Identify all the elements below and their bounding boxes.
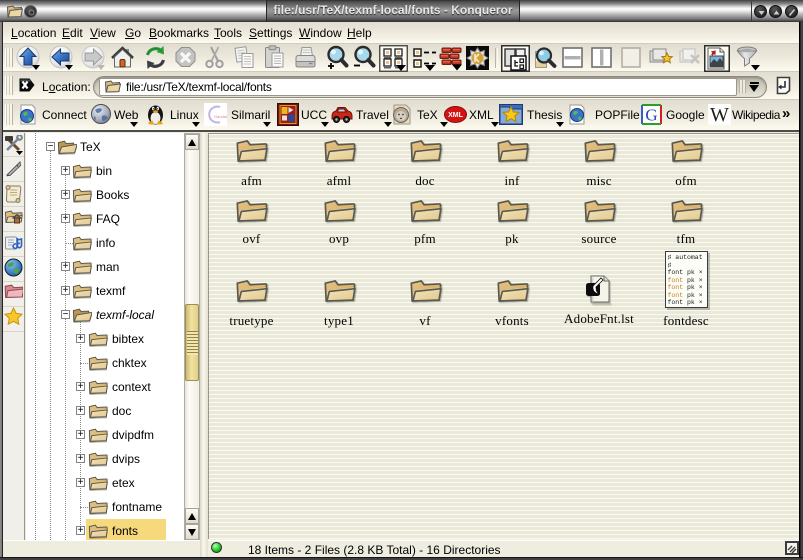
svg-text:G: G [645,106,657,125]
svg-text:W: W [710,104,729,125]
svg-text:Gandalf: Gandalf [214,114,227,119]
svg-text:XML: XML [448,112,464,119]
